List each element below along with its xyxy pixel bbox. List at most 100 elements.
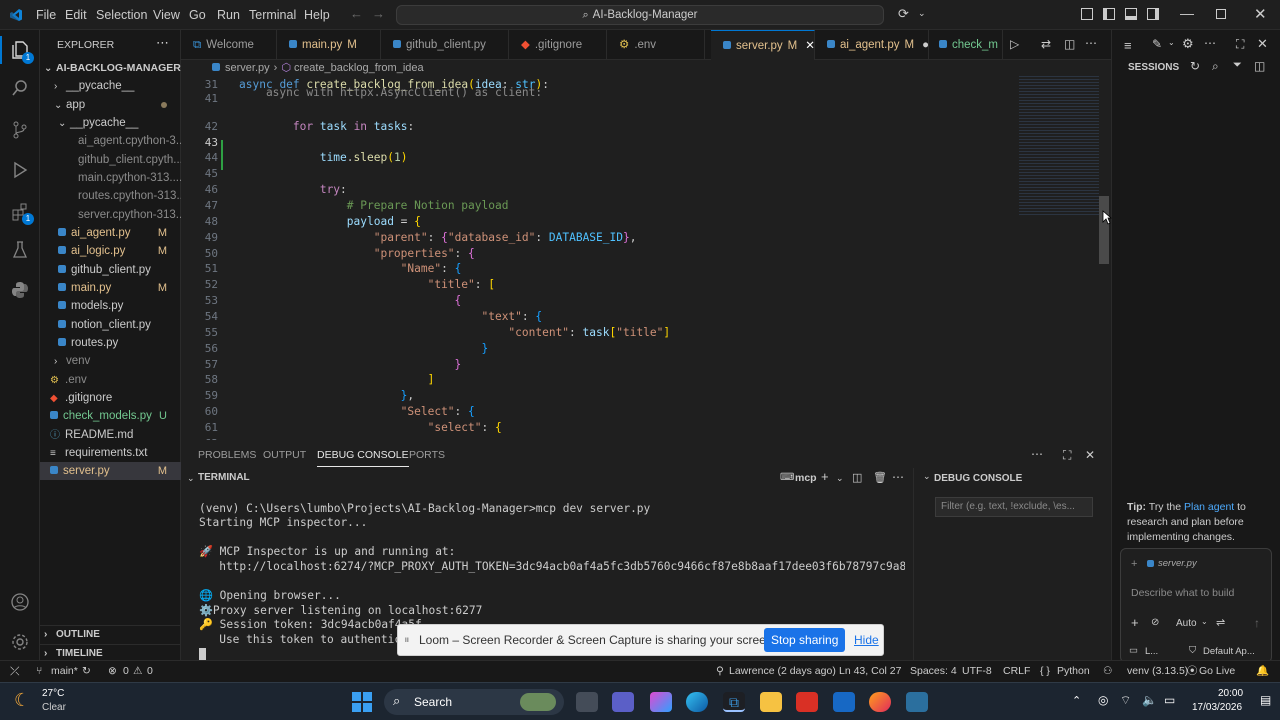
menu-terminal[interactable]: Terminal bbox=[249, 8, 296, 22]
python-interpreter[interactable]: venv (3.13.5) bbox=[1127, 661, 1188, 682]
tree-item[interactable]: check_models.py U bbox=[40, 407, 181, 425]
language-mode[interactable]: Python bbox=[1057, 661, 1090, 682]
more-actions-icon[interactable]: ⋯ bbox=[156, 35, 169, 51]
toggle-sidebar-icon[interactable] bbox=[1103, 8, 1115, 20]
settings-gear-icon[interactable] bbox=[8, 630, 32, 654]
stop-sharing-button[interactable]: Stop sharing bbox=[764, 628, 846, 652]
close-icon[interactable]: ✕ bbox=[1257, 36, 1268, 52]
more-actions-icon[interactable]: ⋯ bbox=[892, 467, 904, 487]
tree-item[interactable]: › venv bbox=[40, 352, 181, 370]
maximize-icon[interactable] bbox=[1216, 9, 1226, 19]
edge-icon[interactable] bbox=[686, 692, 708, 712]
terminal-name[interactable]: mcp bbox=[795, 468, 817, 488]
tree-item-selected[interactable]: server.py M bbox=[40, 462, 181, 480]
mode-select[interactable]: Auto bbox=[1176, 618, 1197, 629]
tab-problems[interactable]: PROBLEMS bbox=[198, 444, 256, 466]
tab-check-models[interactable]: check_m bbox=[929, 30, 1003, 60]
tree-item[interactable]: main.py M bbox=[40, 279, 181, 297]
tree-item[interactable]: main.cpython-313.... bbox=[40, 169, 181, 187]
network-icon[interactable]: ◎ bbox=[1098, 693, 1108, 707]
code-editor[interactable]: 31 41 42 43 44 45 46 47 48 49 50 51 52 53 54 55 56 57 58 59… bbox=[181, 76, 1111, 440]
add-icon[interactable]: + bbox=[1131, 615, 1139, 630]
close-window-icon[interactable]: ✕ bbox=[1254, 5, 1267, 23]
menu-edit[interactable]: Edit bbox=[65, 8, 87, 22]
back-arrow-icon[interactable]: ← bbox=[350, 6, 363, 21]
split-editor-icon[interactable]: ◫ bbox=[1064, 37, 1075, 51]
chat-input-box[interactable]: + server.py Describe what to build + ⊘ A… bbox=[1120, 548, 1272, 663]
editor-scrollbar[interactable] bbox=[1099, 196, 1109, 264]
wps-icon[interactable] bbox=[796, 692, 818, 712]
more-actions-icon[interactable]: ⋯ bbox=[1031, 443, 1043, 465]
git-blame[interactable]: Lawrence (2 days ago) bbox=[729, 661, 836, 682]
tab-debug-console[interactable]: DEBUG CONSOLE bbox=[317, 444, 409, 467]
tab-ai-agent[interactable]: ai_agent.py M ● bbox=[815, 30, 929, 60]
start-button-icon[interactable] bbox=[352, 692, 372, 712]
tree-item[interactable]: ai_logic.py M bbox=[40, 242, 181, 260]
error-count[interactable]: 0 bbox=[123, 661, 129, 682]
new-chat-icon[interactable]: ✎ bbox=[1152, 37, 1162, 51]
tab-main-py[interactable]: main.py M bbox=[277, 30, 381, 60]
debug-filter-input[interactable]: Filter (e.g. text, !exclude, \es... bbox=[935, 497, 1093, 517]
line-ending[interactable]: CRLF bbox=[1003, 661, 1030, 682]
sync-icon[interactable]: ↻ bbox=[82, 661, 91, 682]
copilot-app-icon[interactable] bbox=[650, 692, 672, 712]
chevron-down-icon[interactable]: ⌄ bbox=[1168, 38, 1175, 47]
copilot-icon[interactable]: ⚇ bbox=[1103, 661, 1112, 682]
tree-item[interactable]: github_client.cpyth... bbox=[40, 151, 181, 169]
new-terminal-icon[interactable]: + bbox=[821, 467, 829, 487]
menu-run[interactable]: Run bbox=[217, 8, 240, 22]
tree-item[interactable]: ⚙ .env bbox=[40, 371, 181, 389]
clock-date[interactable]: 17/03/2026 bbox=[1192, 702, 1242, 713]
cursor-position[interactable]: Ln 43, Col 27 bbox=[839, 661, 901, 682]
trash-icon[interactable]: 🗑 bbox=[873, 468, 887, 488]
file-explorer-icon[interactable] bbox=[760, 692, 782, 712]
forward-arrow-icon[interactable]: → bbox=[372, 6, 385, 21]
tree-item[interactable]: ⌄ __pycache__ bbox=[40, 114, 181, 132]
plan-agent-link[interactable]: Plan agent bbox=[1184, 501, 1234, 513]
tree-item[interactable]: github_client.py bbox=[40, 261, 181, 279]
tab-gitignore[interactable]: ◆ .gitignore bbox=[509, 30, 607, 60]
tab-env[interactable]: ⚙ .env bbox=[607, 30, 705, 60]
tree-item[interactable]: ai_agent.cpython-3... bbox=[40, 132, 181, 150]
copilot-icon[interactable]: ⟳ bbox=[898, 6, 909, 22]
remote-icon[interactable]: ⤫ bbox=[10, 661, 20, 682]
vscode-taskbar-icon[interactable]: ⧉ bbox=[723, 692, 745, 712]
store-icon[interactable] bbox=[833, 692, 855, 712]
chat-placeholder[interactable]: Describe what to build bbox=[1131, 587, 1234, 599]
source-control-icon[interactable] bbox=[8, 118, 32, 142]
close-panel-icon[interactable]: ✕ bbox=[1085, 444, 1095, 466]
pause-icon[interactable]: ⏸ bbox=[404, 634, 410, 647]
tree-item[interactable]: › __pycache__ bbox=[40, 77, 181, 95]
tab-ports[interactable]: PORTS bbox=[409, 444, 445, 466]
tree-item[interactable]: ai_agent.py M bbox=[40, 224, 181, 242]
tree-item[interactable]: routes.py bbox=[40, 334, 181, 352]
layout-icon[interactable]: ◫ bbox=[1254, 59, 1265, 73]
taskbar-search[interactable]: ⌕ Search bbox=[384, 689, 564, 715]
wifi-icon[interactable]: ⌔ bbox=[1120, 693, 1131, 708]
snipping-tool-icon[interactable] bbox=[906, 692, 928, 712]
task-view-icon[interactable] bbox=[576, 692, 598, 712]
tree-item[interactable]: server.cpython-313.... bbox=[40, 206, 181, 224]
git-branch[interactable]: main* bbox=[51, 661, 78, 682]
tree-item[interactable]: models.py bbox=[40, 297, 181, 315]
close-tab-icon[interactable]: ✕ bbox=[805, 40, 814, 52]
menu-help[interactable]: Help bbox=[304, 8, 330, 22]
encoding[interactable]: UTF-8 bbox=[962, 661, 992, 682]
warning-count[interactable]: 0 bbox=[147, 661, 153, 682]
filter-icon[interactable]: ⏷ bbox=[1233, 59, 1242, 72]
notifications-icon[interactable]: ▤ bbox=[1260, 693, 1271, 707]
search-icon[interactable] bbox=[8, 76, 32, 100]
python-icon[interactable] bbox=[8, 278, 32, 302]
explorer-root[interactable]: ⌄ AI-BACKLOG-MANAGER bbox=[40, 59, 181, 77]
toggle-panel-icon[interactable] bbox=[1125, 8, 1137, 20]
more-actions-icon[interactable]: ⋯ bbox=[1085, 36, 1097, 50]
chevron-down-icon[interactable]: ⌄ bbox=[923, 471, 931, 482]
agent-icon[interactable]: ⊘ bbox=[1151, 617, 1159, 628]
account-icon[interactable] bbox=[8, 590, 32, 614]
notifications-icon[interactable]: 🔔 bbox=[1256, 661, 1269, 682]
maximize-icon[interactable]: ⛶ bbox=[1236, 37, 1244, 52]
temperature[interactable]: 27°C bbox=[42, 688, 64, 699]
menu-file[interactable]: File bbox=[36, 8, 56, 22]
more-actions-icon[interactable]: ⋯ bbox=[1204, 36, 1216, 50]
tab-github-client[interactable]: github_client.py bbox=[381, 30, 509, 60]
